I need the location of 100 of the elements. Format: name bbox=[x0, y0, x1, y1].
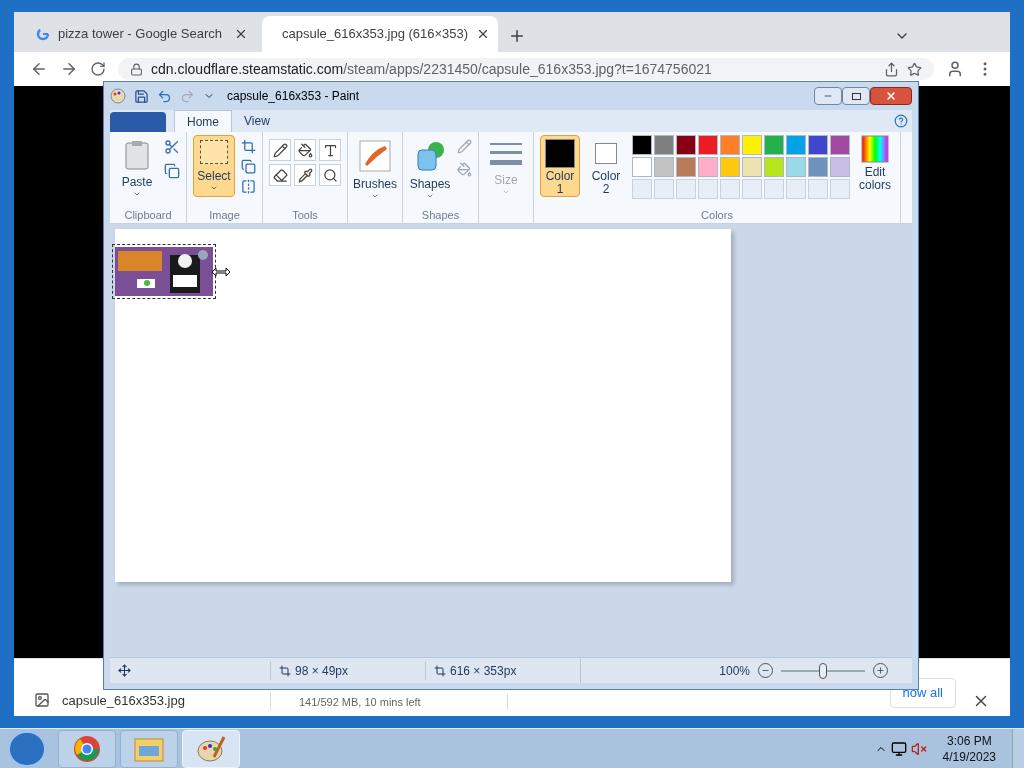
pencil-icon[interactable] bbox=[269, 139, 291, 161]
palette-swatch[interactable] bbox=[742, 157, 762, 177]
palette-swatch[interactable] bbox=[830, 157, 850, 177]
text-icon[interactable] bbox=[319, 139, 341, 161]
color-picker-icon[interactable] bbox=[294, 164, 316, 186]
url-text: cdn.cloudflare.steamstatic.com/steam/apps/2231450/capsule_616x353.jpg?t=1674756021 bbox=[151, 59, 712, 79]
maximize-button[interactable] bbox=[842, 87, 870, 105]
plus-icon bbox=[876, 666, 885, 675]
image-size-icon bbox=[434, 664, 446, 677]
ribbon-button[interactable]: Select bbox=[193, 135, 235, 197]
start-button[interactable] bbox=[8, 730, 46, 767]
lock-icon bbox=[130, 62, 143, 76]
palette-swatch[interactable] bbox=[786, 157, 806, 177]
group-label: Colors bbox=[701, 209, 733, 221]
palette-swatch[interactable] bbox=[654, 135, 674, 155]
bookmark-icon[interactable] bbox=[907, 61, 922, 77]
palette-swatch[interactable] bbox=[676, 157, 696, 177]
group-label: Shapes bbox=[421, 209, 460, 221]
image-size: 616 × 353px bbox=[450, 662, 517, 680]
resize-cursor-icon bbox=[211, 267, 231, 277]
palette-swatch[interactable] bbox=[764, 157, 784, 177]
palette-swatch[interactable] bbox=[676, 135, 696, 155]
palette-swatch[interactable] bbox=[632, 157, 652, 177]
ribbon-tab[interactable]: Home bbox=[174, 110, 232, 132]
shapes-icon bbox=[414, 140, 446, 172]
selection-size-icon bbox=[279, 664, 291, 677]
close-icon bbox=[885, 90, 897, 102]
resize-icon[interactable] bbox=[241, 159, 256, 174]
close-icon[interactable] bbox=[234, 27, 248, 41]
zoom-slider[interactable] bbox=[781, 662, 865, 679]
zoom-level: 100% bbox=[719, 662, 750, 680]
address-bar[interactable]: cdn.cloudflare.steamstatic.com/steam/apps/2231450/capsule_616x353.jpg?t=1674756021 bbox=[118, 58, 934, 80]
palette-swatch[interactable] bbox=[720, 135, 740, 155]
reload-icon[interactable] bbox=[90, 61, 106, 77]
empty-swatch[interactable] bbox=[764, 179, 784, 199]
selection-size: 98 × 49px bbox=[295, 662, 349, 680]
cut-icon[interactable] bbox=[164, 139, 180, 155]
folder-icon bbox=[134, 735, 164, 762]
palette-swatch[interactable] bbox=[808, 135, 828, 155]
taskbar-button[interactable] bbox=[58, 729, 116, 768]
ribbon-button[interactable]: Shapes bbox=[409, 135, 451, 205]
ribbon-button[interactable]: Brushes bbox=[354, 135, 396, 205]
empty-swatch[interactable] bbox=[676, 179, 696, 199]
group-label: Image bbox=[209, 209, 240, 221]
forward-icon[interactable] bbox=[60, 60, 78, 78]
empty-swatch[interactable] bbox=[698, 179, 718, 199]
crop-icon[interactable] bbox=[241, 139, 256, 154]
palette-icon bbox=[196, 734, 226, 763]
download-status: 141/592 MB, 10 mins left bbox=[299, 694, 421, 710]
line-size-icon bbox=[490, 140, 522, 168]
ribbon-button[interactable]: Paste bbox=[116, 135, 158, 203]
slider-thumb[interactable] bbox=[819, 662, 827, 679]
chrome-icon bbox=[73, 734, 101, 763]
empty-swatch[interactable] bbox=[808, 179, 828, 199]
new-tab-icon[interactable] bbox=[508, 27, 526, 45]
palette-swatch[interactable] bbox=[808, 157, 828, 177]
palette-swatch[interactable] bbox=[830, 135, 850, 155]
palette-swatch[interactable] bbox=[786, 135, 806, 155]
share-icon[interactable] bbox=[884, 61, 899, 77]
image-file-icon bbox=[34, 692, 50, 709]
empty-swatch[interactable] bbox=[742, 179, 762, 199]
cursor-position-icon bbox=[118, 664, 131, 677]
network-icon[interactable] bbox=[890, 740, 907, 757]
empty-swatch[interactable] bbox=[720, 179, 740, 199]
palette-swatch[interactable] bbox=[698, 157, 718, 177]
fill-icon[interactable] bbox=[294, 139, 316, 161]
palette-swatch[interactable] bbox=[632, 135, 652, 155]
edit-colors-button[interactable]: Edit colors bbox=[856, 135, 894, 192]
close-button[interactable] bbox=[870, 87, 912, 105]
color-slot-button[interactable]: Color 2 bbox=[586, 135, 626, 197]
undo-icon[interactable] bbox=[157, 88, 172, 104]
palette-swatch[interactable] bbox=[742, 135, 762, 155]
window-title: capsule_616x353 - Paint bbox=[227, 88, 360, 105]
ribbon-tab[interactable]: View bbox=[232, 110, 282, 132]
empty-swatch[interactable] bbox=[786, 179, 806, 199]
rainbow-icon bbox=[861, 135, 889, 163]
palette-swatch[interactable] bbox=[720, 157, 740, 177]
palette-swatch[interactable] bbox=[698, 135, 718, 155]
browser-tab[interactable]: capsule_616x353.jpg (616×353) bbox=[262, 16, 498, 52]
empty-swatch[interactable] bbox=[654, 179, 674, 199]
selection-icon bbox=[200, 140, 228, 164]
palette-swatch[interactable] bbox=[764, 135, 784, 155]
back-icon[interactable] bbox=[30, 60, 48, 78]
palette-swatch[interactable] bbox=[654, 157, 674, 177]
download-item[interactable]: capsule_616x353.jpg bbox=[62, 690, 185, 710]
google-icon bbox=[36, 27, 50, 41]
copy-icon[interactable] bbox=[164, 163, 180, 179]
empty-swatch[interactable] bbox=[830, 179, 850, 199]
eraser-icon[interactable] bbox=[269, 164, 291, 186]
profile-icon[interactable] bbox=[946, 60, 964, 78]
clock-time[interactable]: 3:06 PM bbox=[946, 732, 992, 749]
save-icon[interactable] bbox=[134, 88, 149, 104]
clock-date[interactable]: 4/19/2023 bbox=[942, 748, 996, 765]
group-label: Clipboard bbox=[124, 209, 172, 221]
help-icon[interactable] bbox=[894, 114, 908, 128]
outline-icon[interactable] bbox=[457, 139, 472, 154]
empty-swatch[interactable] bbox=[632, 179, 652, 199]
magnifier-icon[interactable] bbox=[319, 164, 341, 186]
brush-icon bbox=[359, 140, 391, 172]
color-slot-button[interactable]: Color 1 bbox=[540, 135, 580, 197]
